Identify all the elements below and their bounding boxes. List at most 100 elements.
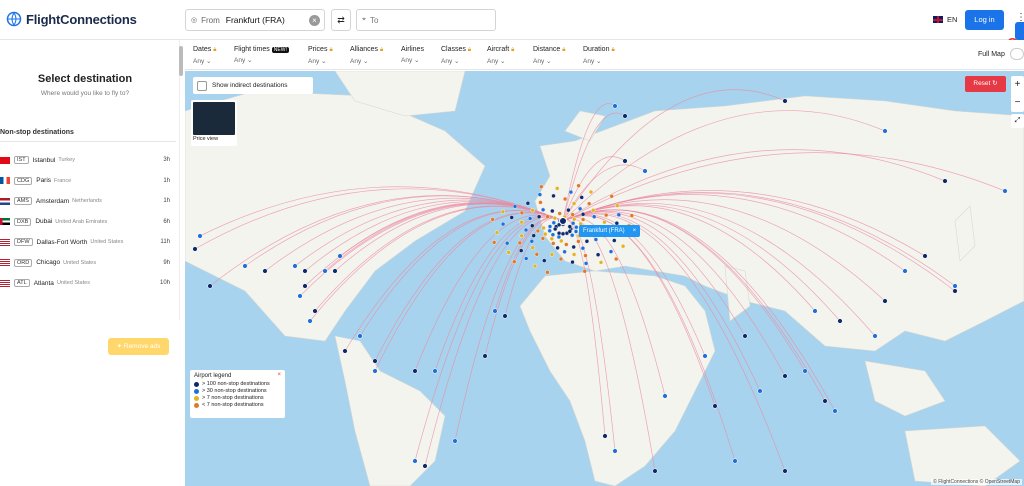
airport-marker [512,259,517,264]
filter-duration[interactable]: Duration 🔒︎ Any ⌄ [583,46,615,65]
destination-item[interactable]: AMS Amsterdam Netherlands 1h [0,191,176,212]
filter-label: Duration [583,46,610,53]
airport-marker [492,308,498,314]
destination-item[interactable]: ATL Atlanta United States 10h [0,273,176,294]
reset-button[interactable]: Reset ↻ [965,76,1006,92]
map-attribution: © FlightConnections © OpenStreetMap [931,479,1022,485]
airport-marker [535,228,541,234]
flag-icon [0,177,10,185]
sidebar: Select destination Where would you like … [0,40,180,355]
airport-marker [492,240,497,245]
airport-marker [482,353,488,359]
destination-item[interactable]: DFW Dallas-Fort Worth United States 11h [0,232,176,253]
destination-item[interactable]: IST Istanbul Turkey 3h [0,150,176,171]
airport-marker [242,263,248,269]
side-panel-tab[interactable] [1015,22,1024,40]
from-field[interactable]: ◎ From Frankfurt (FRA) × [185,9,325,31]
airport-marker [652,468,658,474]
lock-icon: 🔒︎ [380,47,384,53]
airport-marker [342,348,348,354]
to-placeholder[interactable]: To [370,16,378,25]
destination-item[interactable]: CDG Paris France 1h [0,171,176,192]
filter-value-text: Any [583,58,595,65]
filter-alliances[interactable]: Alliances 🔒︎ Any ⌄ [350,46,383,65]
airport-marker [537,192,543,197]
airport-marker [452,438,458,444]
route-map[interactable]: Show indirect destinations Price view Re… [185,71,1024,486]
filter-value-text: Any [350,58,362,65]
airport-marker [500,221,506,227]
sidebar-title: Select destination [37,73,133,85]
close-icon[interactable]: × [633,228,637,234]
filter-value: Any ⌄ [234,57,253,64]
indirect-checkbox[interactable] [197,80,207,91]
airport-marker [662,393,668,399]
destination-item[interactable]: ORD Chicago United States 9h [0,253,176,274]
airport-marker [553,226,558,232]
airport-marker [615,203,620,208]
legend-dot [194,402,199,408]
filter-value: Any ⌄ [401,57,420,64]
airport-marker [567,224,572,229]
map-pin-icon: ⌖ [362,16,366,23]
filter-flight-times[interactable]: Flight times NEW! Any ⌄ [234,46,289,64]
airport-marker [412,458,418,464]
logo[interactable]: FlightConnections [6,11,137,27]
airport-marker [512,204,518,209]
show-indirect-toggle[interactable]: Show indirect destinations [193,77,313,94]
filter-value: Any ⌄ [441,58,460,65]
clear-from-icon[interactable]: × [309,15,320,26]
swap-button[interactable]: ⇄ [331,9,351,31]
flight-duration: 6h [163,218,170,225]
logo-text: FlightConnections [26,11,137,27]
airport-marker [612,238,617,243]
sidebar-scrollbar[interactable] [179,46,183,76]
airport-code: CDG [14,176,33,185]
airport-marker [582,269,587,274]
destination-list: IST Istanbul Turkey 3h CDG Paris France … [0,150,176,294]
full-map-toggle[interactable] [1010,48,1024,60]
legend-title: Airport legend [194,373,232,379]
filter-value-text: Any [308,58,320,65]
filter-distance[interactable]: Distance 🔒︎ Any ⌄ [533,46,565,65]
airport-marker [562,196,568,202]
filter-dates[interactable]: Dates 🔒︎ Any ⌄ [193,46,217,65]
airport-marker [262,268,268,274]
airport-marker [412,368,418,374]
map-canvas[interactable] [185,71,1024,486]
show-indirect-label: Show indirect destinations [212,82,288,89]
airport-marker [543,231,548,237]
language-selector[interactable]: EN [933,15,957,24]
airport-marker [551,220,556,226]
airport-marker [519,219,524,225]
selected-airport-label[interactable]: Frankfurt (FRA) × [579,225,641,237]
airport-marker [192,246,198,252]
login-button[interactable]: Log in [965,10,1004,30]
airport-code: DXB [14,217,32,226]
filter-value-text: Any [533,58,545,65]
close-legend-icon[interactable]: × [277,372,281,378]
legend-dot [194,395,199,401]
zoom-in-button[interactable]: + [1011,76,1024,94]
to-field[interactable]: ⌖ To [356,9,496,31]
selected-airport-name: Frankfurt (FRA) [583,228,625,234]
filter-prices[interactable]: Prices 🔒︎ Any ⌄ [308,46,333,65]
airport-marker [332,268,338,274]
filter-aircraft[interactable]: Aircraft 🔒︎ Any ⌄ [487,46,514,65]
airport-code: DFW [14,238,33,247]
zoom-out-button[interactable]: − [1011,94,1024,112]
airport-marker [542,258,547,263]
airport-marker [564,242,569,247]
from-value[interactable]: Frankfurt (FRA) [226,15,285,25]
airport-marker [357,333,363,339]
airport-marker [573,229,579,234]
land-mass [864,360,946,417]
destination-item[interactable]: DXB Dubai United Arab Emirates 6h [0,212,176,233]
fullscreen-icon[interactable]: ⤢ [1011,114,1024,128]
filter-label: Airlines [401,46,424,53]
filter-classes[interactable]: Classes 🔒︎ Any ⌄ [441,46,471,65]
price-view-button[interactable]: Price view [191,100,237,146]
remove-ads-button[interactable]: ✦ Remove ads [108,338,169,355]
filter-airlines[interactable]: Airlines Any ⌄ [401,46,424,64]
airport-marker [559,238,564,244]
